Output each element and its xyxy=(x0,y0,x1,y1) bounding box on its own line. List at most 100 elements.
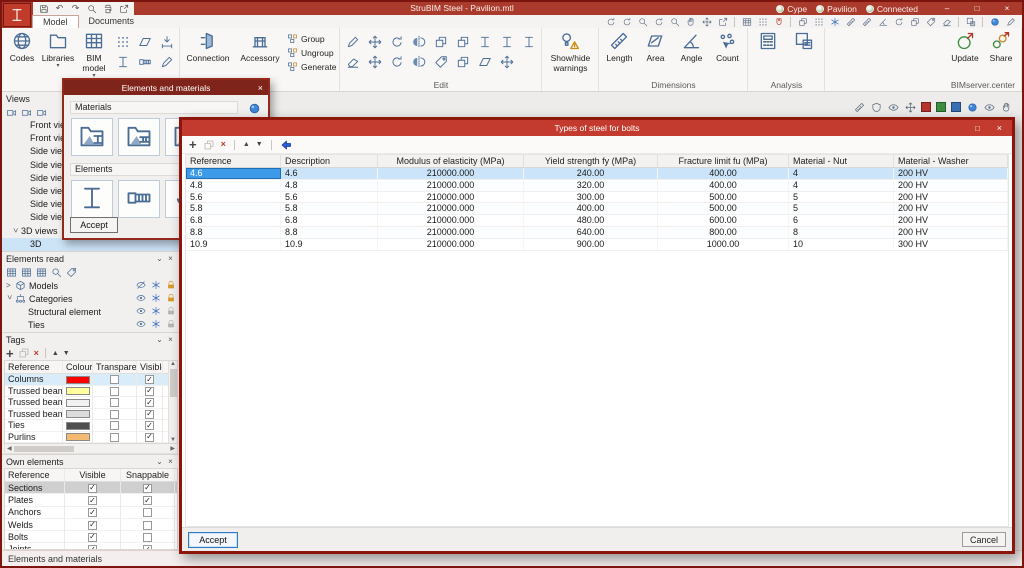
checked-checkbox[interactable]: ✓ xyxy=(145,387,154,396)
grid-toggle-icon[interactable] xyxy=(812,16,825,28)
snap-icon[interactable] xyxy=(151,280,161,292)
sections-button[interactable] xyxy=(113,54,132,70)
maximize-dialog-icon[interactable]: □ xyxy=(975,120,980,136)
visibility-on-icon[interactable] xyxy=(136,319,146,331)
clip-red-icon[interactable] xyxy=(921,102,931,112)
print-icon[interactable] xyxy=(102,3,113,14)
checked-checkbox[interactable]: ✓ xyxy=(88,484,97,493)
refresh-view-icon[interactable] xyxy=(652,16,665,28)
magnet-snap-icon[interactable] xyxy=(772,16,785,28)
minimize-button[interactable]: – xyxy=(932,2,962,15)
zoom-window-icon[interactable] xyxy=(668,16,681,28)
align-plate-button[interactable] xyxy=(453,34,472,50)
bolt-steel-row[interactable]: 5.65.6210000.000300.00500.005200 HV xyxy=(186,192,1008,204)
checked-checkbox[interactable]: ✓ xyxy=(145,375,154,384)
clipboard-icon[interactable] xyxy=(908,16,921,28)
tags-horizontal-scrollbar[interactable]: ◀▶ xyxy=(4,444,178,454)
orbit-undo-icon[interactable] xyxy=(604,16,617,28)
checked-checkbox[interactable]: ✓ xyxy=(145,433,154,442)
group-button[interactable]: Group xyxy=(287,33,336,45)
bim-model-button[interactable]: BIM model▾ xyxy=(77,29,111,78)
accept-button[interactable]: Accept xyxy=(70,217,118,233)
bolt-steel-row[interactable]: 10.910.9210000.000900.001000.0010300 HV xyxy=(186,239,1008,251)
gizmo-icon[interactable] xyxy=(904,101,916,113)
angle-button[interactable]: Angle xyxy=(674,29,708,64)
move-down-button[interactable]: ▼ xyxy=(63,350,70,357)
capture-view-icon[interactable] xyxy=(716,16,729,28)
colour-swatch[interactable] xyxy=(66,422,90,430)
element-read-row[interactable]: >Models xyxy=(2,279,180,292)
move-button[interactable] xyxy=(365,34,384,50)
unchecked-checkbox[interactable] xyxy=(110,387,119,396)
checked-checkbox[interactable]: ✓ xyxy=(145,421,154,430)
unchecked-checkbox[interactable] xyxy=(143,533,152,542)
cancel-button[interactable]: Cancel xyxy=(962,532,1006,547)
ungroup-button[interactable]: Ungroup xyxy=(287,47,336,59)
edit-view-icon[interactable] xyxy=(21,107,32,118)
scrollbar-thumb[interactable] xyxy=(170,369,177,397)
checked-checkbox[interactable]: ✓ xyxy=(88,508,97,517)
close-panel-icon[interactable]: × xyxy=(165,335,176,344)
share-button[interactable]: Share xyxy=(984,29,1018,64)
account-cype[interactable]: Cype xyxy=(776,4,807,14)
symmetry-axis-button[interactable] xyxy=(409,54,428,70)
generate-button[interactable]: Generate xyxy=(287,61,336,73)
orbit-icon[interactable] xyxy=(620,16,633,28)
tab-documents[interactable]: Documents xyxy=(79,15,145,28)
edit-button[interactable] xyxy=(343,34,362,50)
connection-button[interactable]: Connection xyxy=(183,29,233,64)
rotate-free-button[interactable] xyxy=(387,54,406,70)
work-grid-button[interactable] xyxy=(113,34,132,50)
libraries-button[interactable]: Libraries▾ xyxy=(41,29,75,68)
zoom-previous-icon[interactable] xyxy=(636,16,649,28)
own-element-row[interactable]: Sections✓✓ xyxy=(5,482,177,494)
unchecked-checkbox[interactable] xyxy=(110,398,119,407)
dim-linear-icon[interactable] xyxy=(844,16,857,28)
dim-arc-icon[interactable] xyxy=(892,16,905,28)
snap-icon[interactable] xyxy=(151,293,161,305)
delete-button[interactable]: × xyxy=(34,349,39,358)
element-sections-button[interactable] xyxy=(71,180,113,218)
save-icon[interactable] xyxy=(38,3,49,14)
own-element-row[interactable]: Plates✓✓ xyxy=(5,494,177,506)
checked-checkbox[interactable]: ✓ xyxy=(88,521,97,530)
own-element-row[interactable]: Bolts✓ xyxy=(5,531,177,543)
pour-section-button[interactable] xyxy=(475,54,494,70)
erase-button[interactable] xyxy=(343,54,362,70)
lock-icon[interactable] xyxy=(166,280,176,292)
unchecked-checkbox[interactable] xyxy=(143,521,152,530)
account-connected[interactable]: Connected xyxy=(866,4,918,14)
accept-button[interactable]: Accept xyxy=(188,532,238,548)
pattern-toggle-icon[interactable] xyxy=(756,16,769,28)
move-up-button[interactable]: ▲ xyxy=(52,350,59,357)
show-hide-warnings-button[interactable]: Show/hide warnings xyxy=(545,29,595,74)
tag-row[interactable]: Purlins✓ xyxy=(5,432,177,444)
pan-view-icon[interactable] xyxy=(684,16,697,28)
layer-manager-icon[interactable] xyxy=(964,16,977,28)
export-icon[interactable] xyxy=(118,3,129,14)
copy-button[interactable] xyxy=(431,34,450,50)
account-pavilion[interactable]: Pavilion xyxy=(816,4,857,14)
bolts-button[interactable] xyxy=(135,54,154,70)
area-button[interactable]: Area xyxy=(638,29,672,64)
measure-icon[interactable] xyxy=(853,101,865,113)
drop-section-button[interactable] xyxy=(497,34,516,50)
bolt-steel-row[interactable]: 5.85.8210000.000400.00500.005200 HV xyxy=(186,203,1008,215)
duplicate-view-icon[interactable] xyxy=(36,107,47,118)
chevron-icon[interactable]: > xyxy=(9,228,22,237)
annotate-button[interactable] xyxy=(157,54,176,70)
snap-icon[interactable] xyxy=(151,319,161,331)
lock-icon[interactable] xyxy=(166,319,176,331)
unchecked-checkbox[interactable] xyxy=(110,410,119,419)
assign-button[interactable] xyxy=(280,139,292,151)
update-button[interactable]: Update xyxy=(948,29,982,64)
checked-checkbox[interactable]: ✓ xyxy=(88,496,97,505)
checked-checkbox[interactable]: ✓ xyxy=(88,533,97,542)
collapse-panel-icon[interactable]: ⌄ xyxy=(154,254,165,263)
web-portal-icon[interactable] xyxy=(988,16,1001,28)
redo-icon[interactable]: ↷ xyxy=(70,3,81,14)
colour-swatch[interactable] xyxy=(66,433,90,441)
colour-swatch[interactable] xyxy=(66,410,90,418)
tilt-section-button[interactable] xyxy=(519,34,538,50)
dialog-title-bar[interactable]: Elements and materials × xyxy=(64,80,268,95)
